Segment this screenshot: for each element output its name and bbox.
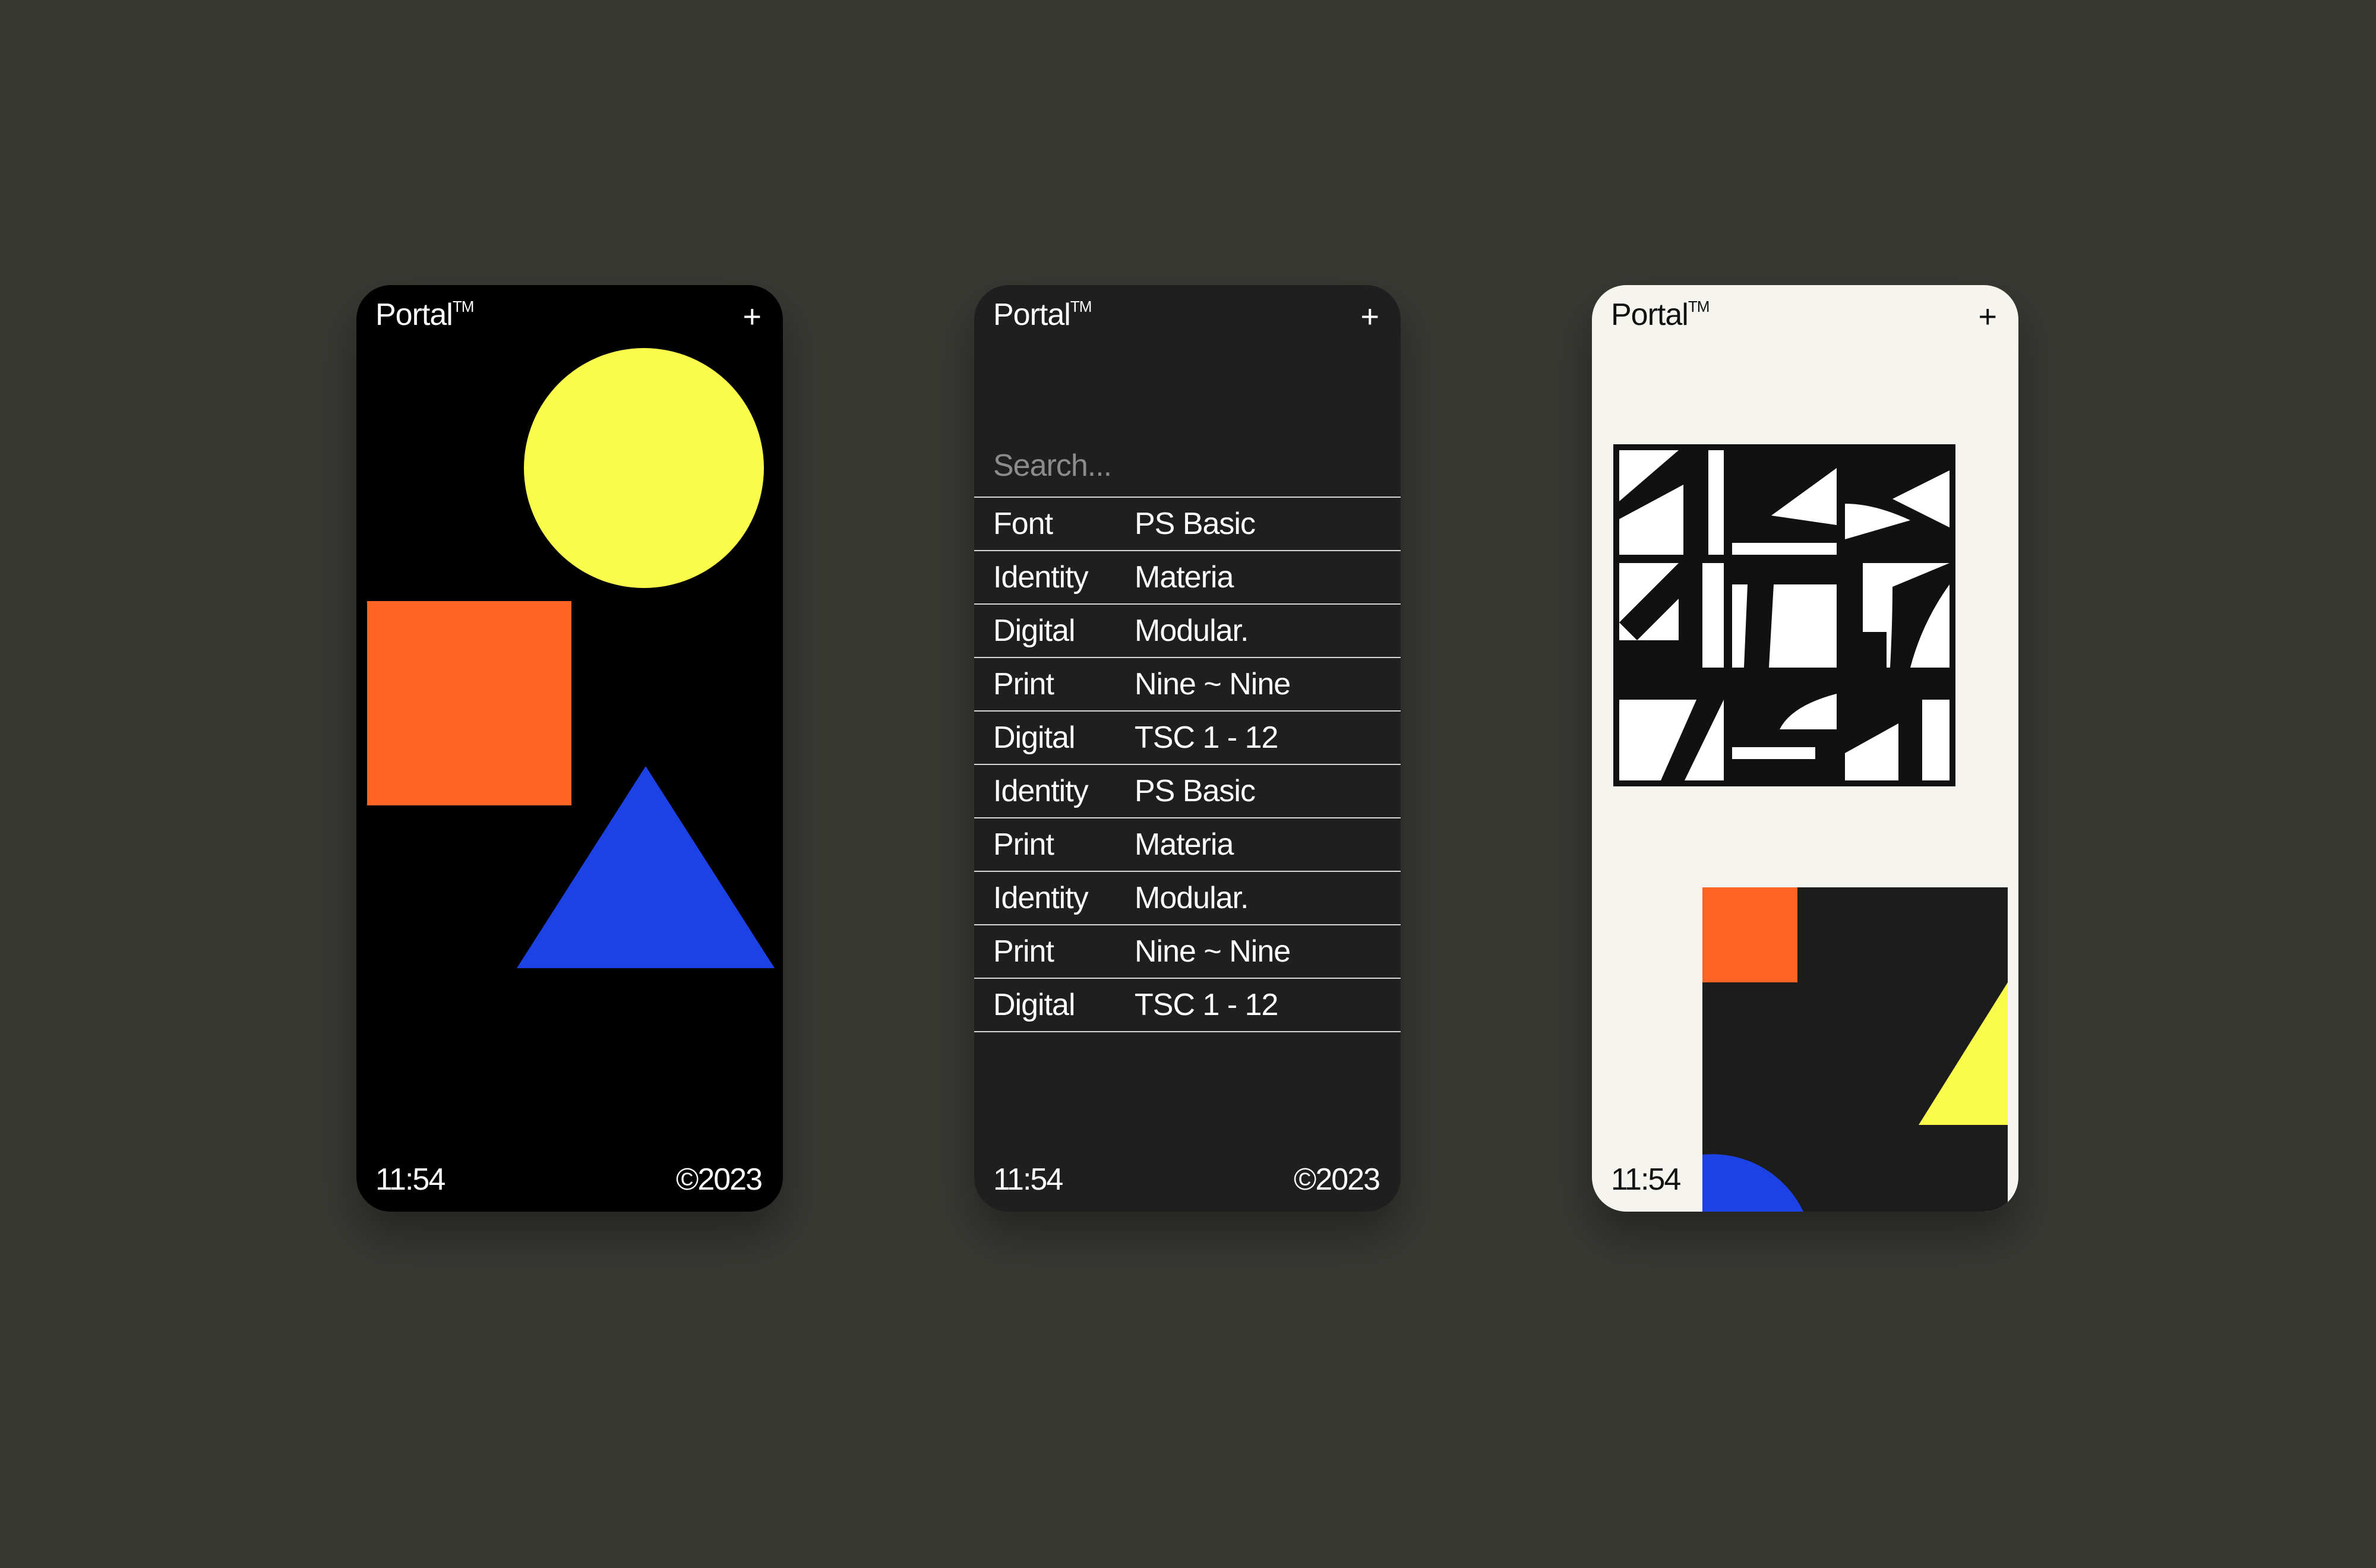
brand-logo[interactable]: PortalTM: [1611, 297, 1710, 332]
trademark-symbol: TM: [1688, 297, 1710, 315]
phone-screen-index: PortalTM + Font PS Basic Identity Materia Di…: [974, 285, 1401, 1212]
copyright-text: ©2023: [1294, 1162, 1380, 1197]
brand-name: Portal: [375, 298, 453, 332]
trademark-symbol: TM: [452, 297, 475, 315]
project-list: Font PS Basic Identity Materia Digital Modula…: [974, 498, 1401, 1032]
search-input[interactable]: [974, 440, 1401, 498]
list-item[interactable]: Digital Modular.: [974, 605, 1401, 658]
list-item-project: Modular.: [1135, 614, 1249, 648]
yellow-circle: [524, 348, 764, 588]
list-item-project: Materia: [1135, 827, 1234, 862]
clock-time: 11:54: [993, 1162, 1063, 1197]
list-item-category: Digital: [993, 614, 1076, 648]
list-item-project: Modular.: [1135, 881, 1249, 915]
list-item[interactable]: Identity Materia: [974, 551, 1401, 605]
brand-logo[interactable]: PortalTM: [375, 297, 475, 332]
clock-time: 11:54: [375, 1162, 446, 1197]
list-item-project: Nine ~ Nine: [1135, 934, 1291, 969]
list-item[interactable]: Print Nine ~ Nine: [974, 658, 1401, 712]
list-item-category: Digital: [993, 720, 1076, 755]
copyright-text: ©2023: [676, 1162, 763, 1197]
list-item-project: TSC 1 - 12: [1135, 720, 1278, 755]
blue-triangle: [517, 766, 775, 968]
list-item-category: Print: [993, 827, 1054, 862]
list-item[interactable]: Digital TSC 1 - 12: [974, 979, 1401, 1032]
list-item-category: Print: [993, 667, 1054, 701]
list-item-category: Print: [993, 934, 1054, 969]
trademark-symbol: TM: [1070, 297, 1092, 315]
numeral-grid-artwork: [1613, 444, 1955, 786]
clock-time: 11:54: [1611, 1162, 1681, 1197]
plus-icon[interactable]: +: [1978, 301, 1997, 333]
list-item[interactable]: Identity Modular.: [974, 872, 1401, 925]
list-item-project: Nine ~ Nine: [1135, 667, 1291, 701]
list-item-project: Materia: [1135, 560, 1234, 595]
list-item-category: Digital: [993, 988, 1076, 1022]
list-item[interactable]: Digital TSC 1 - 12: [974, 712, 1401, 765]
phone-screen-shapes: PortalTM + 11:54 ©2023: [356, 285, 783, 1212]
list-item[interactable]: Font PS Basic: [974, 498, 1401, 551]
brand-name: Portal: [993, 298, 1071, 332]
list-item-project: PS Basic: [1135, 774, 1256, 808]
list-item[interactable]: Print Materia: [974, 818, 1401, 872]
list-item-category: Identity: [993, 774, 1089, 808]
plus-icon[interactable]: +: [1360, 301, 1379, 333]
geometric-poster-artwork: [1702, 887, 2008, 1212]
list-item[interactable]: Identity PS Basic: [974, 765, 1401, 818]
list-item-category: Font: [993, 507, 1053, 541]
list-item-project: PS Basic: [1135, 507, 1256, 541]
phone-screen-artwork: PortalTM + 11:54: [1592, 285, 2018, 1212]
list-item-category: Identity: [993, 881, 1089, 915]
list-item-project: TSC 1 - 12: [1135, 988, 1278, 1022]
list-item-category: Identity: [993, 560, 1089, 595]
plus-icon[interactable]: +: [742, 301, 762, 333]
brand-logo[interactable]: PortalTM: [993, 297, 1092, 332]
list-item[interactable]: Print Nine ~ Nine: [974, 925, 1401, 979]
brand-name: Portal: [1611, 298, 1689, 332]
